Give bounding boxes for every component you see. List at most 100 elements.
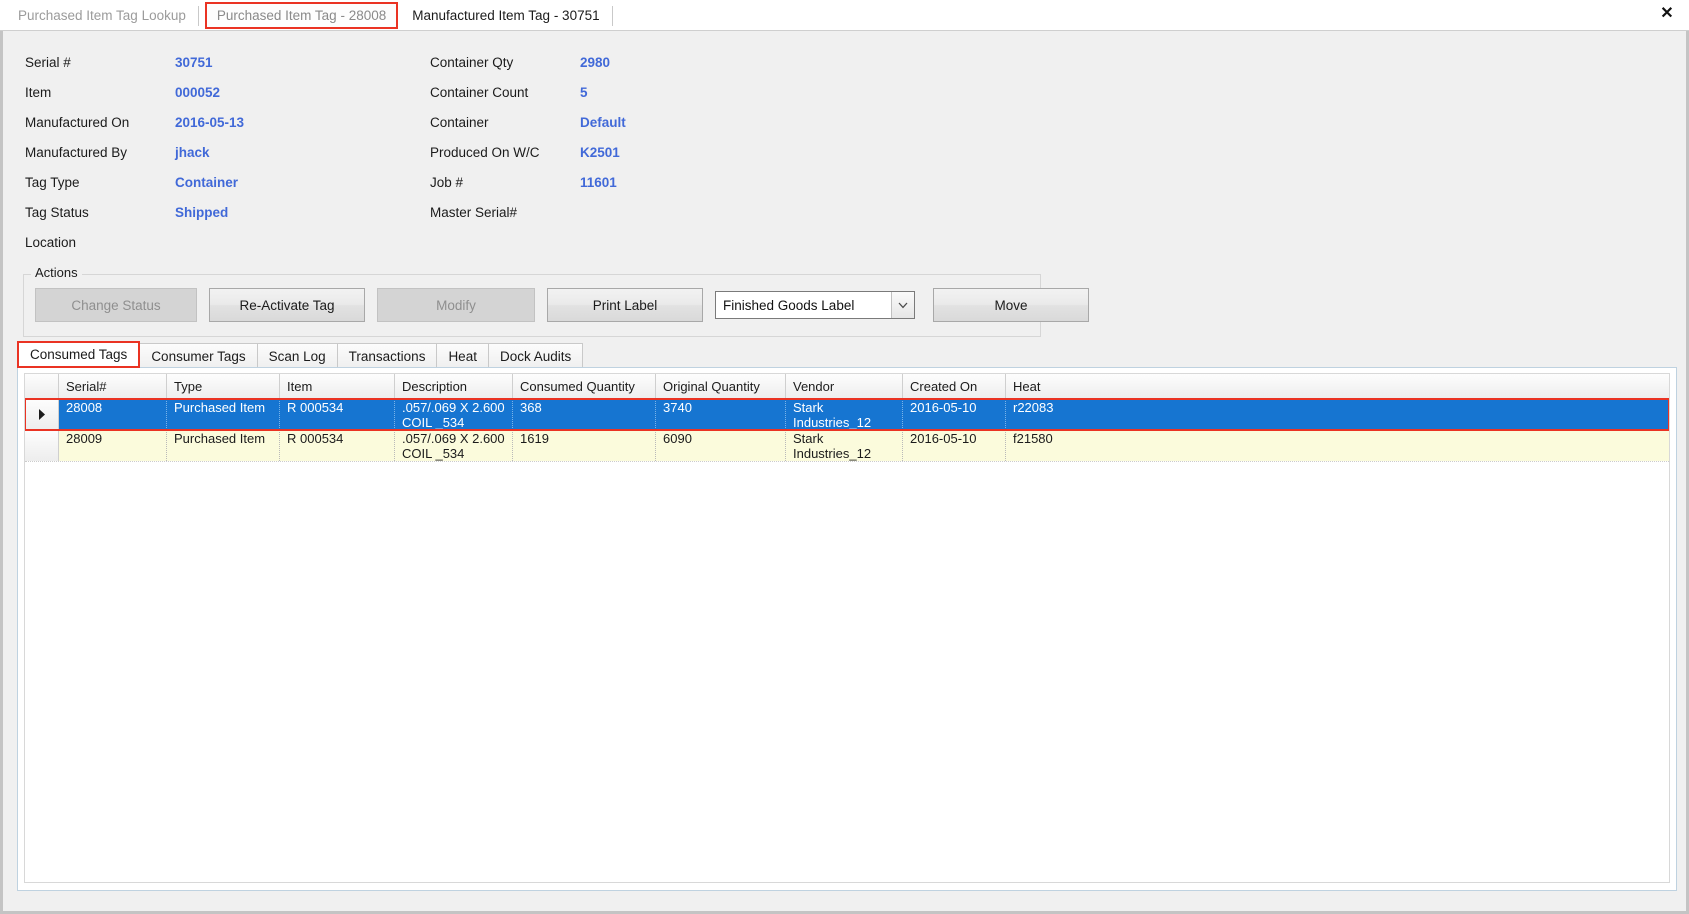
field-label: Container <box>430 114 489 130</box>
print-label-button[interactable]: Print Label <box>547 288 703 322</box>
document-tab-manufactured-item-tag-30751[interactable]: Manufactured Item Tag - 30751 <box>402 0 609 31</box>
row-selector-cell[interactable] <box>25 430 59 461</box>
field-container: Container Default <box>430 111 626 133</box>
field-value: 2980 <box>580 54 611 70</box>
field-label: Manufactured By <box>25 144 128 160</box>
field-label: Master Serial# <box>430 204 518 220</box>
field-value: Container <box>175 174 239 190</box>
cell-heat: r22083 <box>1006 399 1669 430</box>
grid-column-header-consumed-quantity[interactable]: Consumed Quantity <box>513 374 656 398</box>
button-label: Change Status <box>71 297 161 313</box>
field-tag-status: Tag Status Shipped <box>25 201 228 223</box>
field-produced-on-wc: Produced On W/C K2501 <box>430 141 620 163</box>
grid-column-header-description[interactable]: Description <box>395 374 513 398</box>
tab-label: Heat <box>448 348 477 364</box>
cell-type: Purchased Item <box>167 399 280 430</box>
label-type-select[interactable]: Finished Goods Label <box>715 291 915 319</box>
cell-description: .057/.069 X 2.600 COIL _534 <box>395 430 513 461</box>
row-selector-cell[interactable] <box>25 399 59 430</box>
field-manufactured-on: Manufactured On 2016-05-13 <box>25 111 244 133</box>
field-label: Manufactured On <box>25 114 130 130</box>
field-tag-type: Tag Type Container <box>25 171 238 193</box>
cell-original-quantity: 6090 <box>656 430 786 461</box>
consumed-tags-tab-page: Serial# Type Item Description Consumed Q… <box>17 367 1677 891</box>
field-value: 30751 <box>175 54 213 70</box>
document-tab-label: Manufactured Item Tag - 30751 <box>412 8 600 23</box>
field-label: Container Qty <box>430 54 514 70</box>
change-status-button[interactable]: Change Status <box>35 288 197 322</box>
cell-item: R 000534 <box>280 430 395 461</box>
document-tab-list: Purchased Item Tag Lookup Purchased Item… <box>8 0 615 31</box>
field-label: Tag Type <box>25 174 80 190</box>
label-type-select-value: Finished Goods Label <box>723 297 855 313</box>
field-value: Shipped <box>175 204 229 220</box>
consumed-tags-grid[interactable]: Serial# Type Item Description Consumed Q… <box>24 373 1670 883</box>
cell-heat: f21580 <box>1013 431 1053 446</box>
field-master-serial-number: Master Serial# <box>430 201 580 223</box>
document-tab-strip: Purchased Item Tag Lookup Purchased Item… <box>0 0 1689 31</box>
grid-body: 28008 Purchased Item R 000534 .057/.069 … <box>25 398 1669 468</box>
tab-consumer-tags[interactable]: Consumer Tags <box>139 343 258 368</box>
close-icon[interactable]: ✕ <box>1657 3 1677 23</box>
table-row[interactable]: 28009 Purchased Item R 000534 .057/.069 … <box>25 430 1669 461</box>
field-container-count: Container Count 5 <box>430 81 588 103</box>
field-label: Location <box>25 234 77 250</box>
field-value: jhack <box>175 144 210 160</box>
field-label: Serial # <box>25 54 71 70</box>
grid-column-header-heat[interactable]: Heat <box>1006 374 1669 398</box>
button-label: Re-Activate Tag <box>239 297 335 313</box>
cell-type: Purchased Item <box>167 430 280 461</box>
field-label: Produced On W/C <box>430 144 540 160</box>
field-job-number: Job # 11601 <box>430 171 617 193</box>
tab-scan-log[interactable]: Scan Log <box>256 343 338 368</box>
tab-divider <box>197 5 199 26</box>
grid-header-selector-cell <box>25 374 59 398</box>
tab-heat[interactable]: Heat <box>436 343 489 368</box>
grid-header-row: Serial# Type Item Description Consumed Q… <box>25 374 1669 399</box>
document-tab-purchased-item-tag-28008[interactable]: Purchased Item Tag - 28008 <box>204 2 399 29</box>
modify-button[interactable]: Modify <box>377 288 535 322</box>
row-selector-arrow-icon <box>38 409 46 420</box>
field-value: 5 <box>580 84 588 100</box>
cell-created-on: 2016-05-10 <box>903 399 1006 430</box>
grid-column-header-vendor[interactable]: Vendor <box>786 374 903 398</box>
field-label: Container Count <box>430 84 529 100</box>
cell-consumed-quantity: 1619 <box>513 430 656 461</box>
field-value: 000052 <box>175 84 221 100</box>
cell-original-quantity: 3740 <box>656 399 786 430</box>
cell-consumed-quantity: 368 <box>513 399 656 430</box>
field-value: 2016-05-13 <box>175 114 245 130</box>
field-value: Default <box>580 114 626 130</box>
field-value: K2501 <box>580 144 620 160</box>
field-location: Location <box>25 231 175 253</box>
chevron-down-icon[interactable] <box>891 292 914 318</box>
field-label: Item <box>25 84 52 100</box>
tab-transactions[interactable]: Transactions <box>336 343 438 368</box>
grid-column-header-created-on[interactable]: Created On <box>903 374 1006 398</box>
field-item: Item 000052 <box>25 81 220 103</box>
tag-detail-panel: Serial # 30751 Item 000052 Manufactured … <box>0 31 1689 914</box>
tab-label: Consumed Tags <box>30 347 128 362</box>
tab-label: Scan Log <box>268 348 326 364</box>
tab-consumed-tags[interactable]: Consumed Tags <box>17 341 141 368</box>
move-button[interactable]: Move <box>933 288 1089 322</box>
grid-column-header-type[interactable]: Type <box>167 374 280 398</box>
grid-empty-area <box>25 461 1669 468</box>
detail-tab-strip: Consumed Tags Consumer Tags Scan Log Tra… <box>17 341 584 368</box>
button-label: Modify <box>436 297 476 313</box>
tab-label: Dock Audits <box>499 348 572 364</box>
cell-description: .057/.069 X 2.600 COIL _534 <box>395 399 513 430</box>
re-activate-tag-button[interactable]: Re-Activate Tag <box>209 288 365 322</box>
grid-column-header-original-quantity[interactable]: Original Quantity <box>656 374 786 398</box>
grid-column-header-serial[interactable]: Serial# <box>59 374 167 398</box>
document-tab-label: Purchased Item Tag Lookup <box>18 8 186 23</box>
field-label: Tag Status <box>25 204 89 220</box>
field-label: Job # <box>430 174 464 190</box>
cell-vendor: Stark Industries_12 <box>786 399 903 430</box>
grid-column-header-item[interactable]: Item <box>280 374 395 398</box>
actions-group-title: Actions <box>31 265 82 280</box>
document-tab-purchased-item-tag-lookup[interactable]: Purchased Item Tag Lookup <box>8 0 196 31</box>
tab-dock-audits[interactable]: Dock Audits <box>487 343 584 368</box>
field-value: 11601 <box>580 174 617 190</box>
table-row[interactable]: 28008 Purchased Item R 000534 .057/.069 … <box>25 398 1669 431</box>
